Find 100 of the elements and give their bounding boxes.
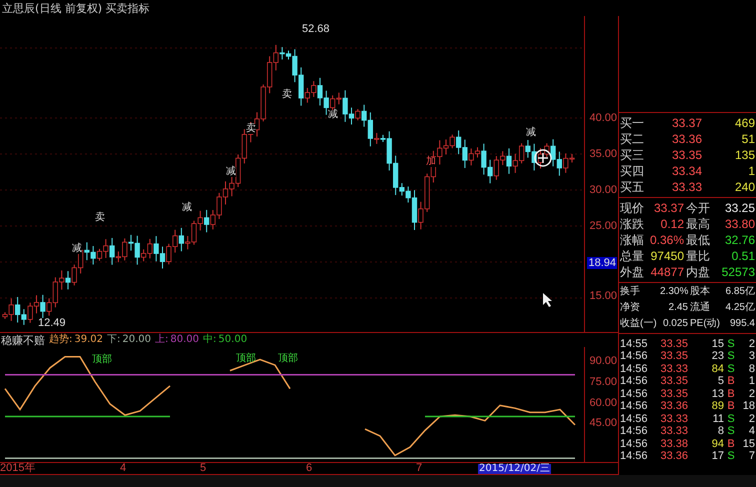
top-signal-label: 顶部 [236, 354, 256, 364]
fundamental-label: 净资 [620, 303, 641, 313]
bid-volume: 469 [734, 117, 755, 129]
trade-signal-label: 卖 [282, 90, 292, 100]
stat-label: 量比 [685, 250, 711, 262]
trade-price: 33.35 [659, 338, 688, 350]
trade-time: 14:56 [620, 414, 649, 425]
fundamental-value: 0.025 [662, 319, 688, 329]
trade-side: S [726, 414, 736, 425]
stat-label: 总量 [620, 250, 645, 262]
bid-volume: 51 [740, 133, 755, 145]
trade-volume: 89 [710, 401, 724, 412]
stat-value: 0.12 [660, 218, 684, 230]
stat-value: 33.25 [724, 202, 755, 214]
legend-value: 80.00 [170, 335, 200, 345]
trade-signal-label: 减 [226, 167, 236, 177]
price-axis-label: 15.00 [589, 291, 617, 302]
stat-value: 0.36% [648, 234, 684, 246]
legend-label: 上: [155, 335, 168, 345]
trade-signal-label: 加 [426, 157, 436, 167]
indicator-axis-label: 45.00 [589, 418, 617, 430]
trade-signal-label: 减 [328, 110, 338, 120]
legend-value: 50.00 [218, 335, 248, 345]
fundamental-value: 6.85亿 [724, 287, 755, 297]
trade-price: 33.35 [659, 351, 688, 362]
trade-count: 2 [748, 414, 755, 425]
stat-label: 现价 [620, 202, 645, 214]
trade-price: 33.38 [659, 438, 688, 450]
fundamental-value: 4.25亿 [724, 303, 755, 313]
bid-level-label: 买四 [620, 165, 645, 177]
trade-volume: 15 [710, 338, 724, 350]
trade-time: 14:56 [620, 401, 649, 412]
trade-count: 2 [748, 338, 755, 350]
fundamental-label: 换手 [620, 287, 641, 297]
bid-volume: 135 [734, 149, 755, 161]
trade-side: B [726, 376, 736, 388]
price-axis-label: 30.00 [589, 184, 617, 196]
trade-side: S [726, 351, 736, 362]
legend-label: 中: [203, 335, 216, 345]
stat-value: 44877 [650, 266, 684, 278]
chart-title: 立思辰(日线 前复权) 买卖指标 [2, 2, 150, 14]
crosshair-cursor-icon [534, 149, 552, 167]
trade-side: S [726, 364, 736, 375]
mouse-pointer-icon [543, 293, 552, 307]
bid-price: 33.36 [670, 133, 702, 145]
trade-time: 14:56 [620, 388, 649, 400]
trade-volume: 23 [710, 351, 724, 362]
fundamental-label: 股本 [689, 287, 711, 297]
trade-side: B [726, 438, 736, 450]
indicator-axis-label: 75.00 [589, 376, 617, 388]
trade-signal-label: 减 [72, 244, 82, 254]
trade-count: 4 [748, 426, 755, 438]
bid-price: 33.35 [670, 149, 702, 161]
indicator-axis-label: 60.00 [589, 398, 617, 409]
trade-side: S [726, 338, 736, 350]
date-axis-label: 4 [120, 463, 128, 474]
stat-label: 涨幅 [620, 234, 645, 246]
trade-price: 33.33 [659, 414, 688, 425]
trade-price: 33.35 [659, 388, 688, 400]
indicator-axis-label: 90.00 [589, 356, 617, 367]
price-axis-label: 25.00 [589, 220, 617, 232]
trade-signal-label: 减 [526, 128, 536, 138]
date-axis-label: 6 [306, 463, 314, 474]
bid-level-label: 买二 [620, 133, 645, 145]
trade-side: B [726, 401, 736, 412]
stat-value: 97450 [650, 250, 684, 262]
bid-level-label: 买五 [620, 181, 645, 193]
bid-volume: 240 [734, 181, 755, 193]
cursor-date-label: 2015/12/02/三 [478, 464, 552, 474]
trade-volume: 94 [710, 438, 724, 450]
trade-time: 14:56 [620, 376, 649, 388]
fundamental-label: PE(动) [689, 319, 721, 329]
stat-value: 33.37 [652, 202, 684, 214]
trade-volume: 8 [716, 426, 724, 438]
stat-label: 最高 [685, 218, 711, 230]
stat-value: 32.76 [724, 234, 755, 246]
stat-label: 涨跌 [620, 218, 645, 230]
trade-time: 14:56 [620, 451, 649, 462]
trade-time: 14:56 [620, 364, 649, 375]
bid-price: 33.33 [670, 181, 702, 193]
legend-label: 趋势: [49, 335, 72, 345]
trade-count: 8 [748, 364, 755, 375]
fundamental-value: 2.45 [668, 303, 688, 313]
trade-side: B [726, 388, 736, 400]
trade-side: S [726, 451, 736, 462]
bid-level-label: 买一 [620, 117, 645, 129]
high-price-label: 52.68 [302, 24, 330, 35]
fundamental-label: 流通 [689, 303, 711, 313]
stat-value: 52573 [720, 266, 755, 278]
trade-count: 15 [742, 438, 755, 450]
date-axis-label: 5 [200, 463, 208, 474]
indicator-name: 稳赚不赔 [1, 334, 45, 346]
trade-time: 14:56 [620, 438, 649, 450]
trade-volume: 5 [716, 376, 724, 388]
trade-time: 14:56 [620, 351, 649, 362]
trade-count: 3 [748, 351, 755, 362]
trade-price: 33.35 [659, 376, 688, 388]
stat-label: 最低 [685, 234, 711, 246]
trade-price: 33.36 [659, 451, 688, 462]
trade-count: 7 [748, 451, 755, 462]
